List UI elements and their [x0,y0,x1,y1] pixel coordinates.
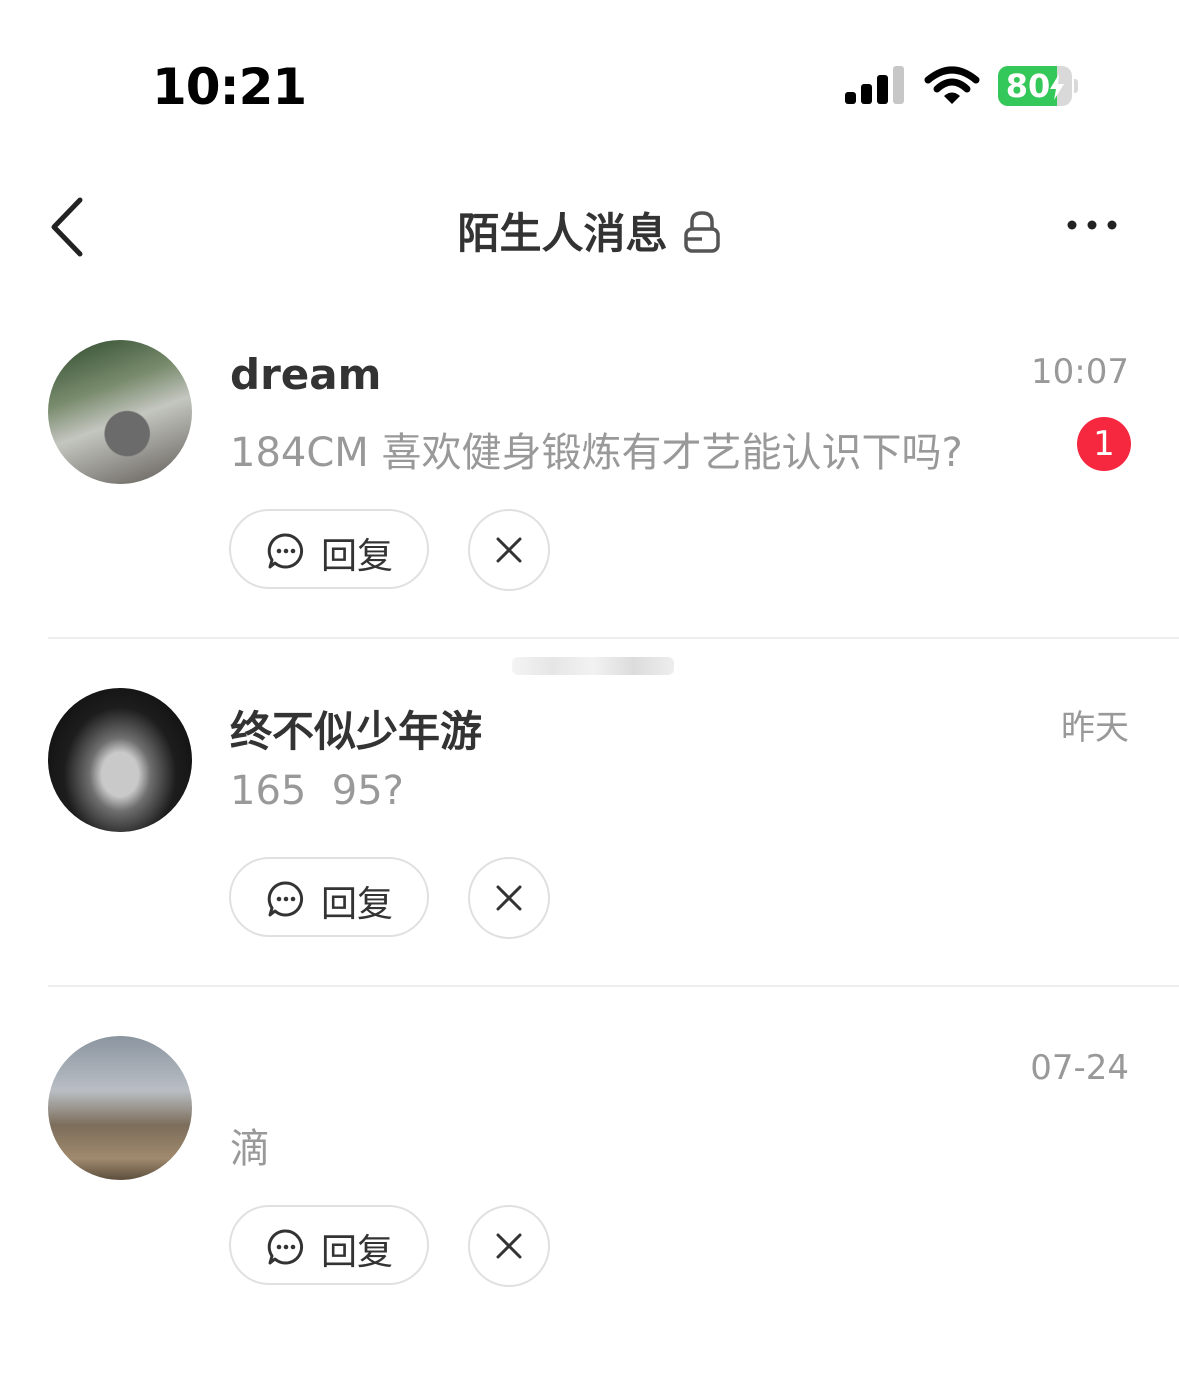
title-wrap: 陌生人消息 [0,200,1179,261]
reply-button[interactable]: 回复 [229,857,429,937]
reply-label: 回复 [321,884,394,925]
list-item: 终不似少年游 昨天 165 95? 回复 [0,688,1179,1036]
chat-bubble-icon [267,1229,304,1265]
status-bar: 10:21 80 [0,0,1179,150]
battery-percent-label: 80 [998,66,1072,106]
message-time: 昨天 [1061,708,1129,748]
battery-body: 80 [998,66,1072,106]
reply-button[interactable]: 回复 [229,1205,429,1285]
wifi-icon [924,66,980,104]
avatar[interactable] [48,340,192,484]
close-icon [496,537,522,563]
avatar[interactable] [48,1036,192,1180]
chat-bubble-icon [267,881,304,917]
message-time: 07-24 [1030,1048,1129,1088]
divider [48,637,1179,639]
close-icon [496,1233,522,1259]
dismiss-button[interactable] [468,1205,550,1287]
dismiss-button[interactable] [468,857,550,939]
reply-button[interactable]: 回复 [229,509,429,589]
list-item: dream 10:07 184CM 喜欢健身锻炼有才艺能认识下吗? 1 回复 [0,340,1179,688]
more-button[interactable] [1060,208,1124,242]
message-preview[interactable]: 165 95? [230,768,404,814]
page-title: 陌生人消息 [457,209,668,258]
status-time: 10:21 [152,58,307,116]
chat-bubble-icon [267,533,304,569]
avatar[interactable] [48,688,192,832]
battery-indicator: 80 [998,66,1078,106]
blurred-watermark [512,657,674,675]
nav-header: 陌生人消息 [0,170,1179,290]
message-preview[interactable]: 滴 [230,1116,270,1174]
lightning-bolt-icon [1050,74,1065,100]
message-preview[interactable]: 184CM 喜欢健身锻炼有才艺能认识下吗? [230,420,963,478]
cellular-signal-icon [845,66,904,104]
sender-name[interactable]: dream [230,350,381,399]
battery-percent-text: 80 [1005,67,1051,105]
reply-label: 回复 [321,536,394,577]
divider [48,985,1179,987]
list-item: 07-24 滴 回复 [0,1036,1179,1384]
battery-cap [1074,79,1078,93]
message-time: 10:07 [1031,352,1129,392]
reply-label: 回复 [321,1232,394,1273]
unread-badge: 1 [1077,417,1131,471]
sender-name[interactable]: 终不似少年游 [230,698,482,759]
dismiss-button[interactable] [468,509,550,591]
close-icon [496,885,522,911]
lock-icon [683,210,720,253]
